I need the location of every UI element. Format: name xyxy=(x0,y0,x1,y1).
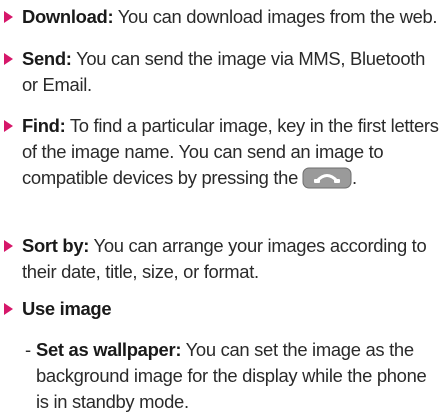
subitem-set-as-wallpaper: - Set as wallpaper: You can set the imag… xyxy=(0,337,446,415)
item-term: Sort by: xyxy=(22,235,90,256)
list-item-download: Download: You can download images from t… xyxy=(0,4,446,30)
list-item-use-image: Use image xyxy=(0,296,446,322)
subitem-dash: - xyxy=(25,339,31,360)
item-text: Download: You can download images from t… xyxy=(0,4,446,30)
item-term: Find: xyxy=(22,115,66,136)
item-text: Sort by: You can arrange your images acc… xyxy=(0,233,446,285)
item-term: Send: xyxy=(22,48,72,69)
triangle-bullet-icon xyxy=(4,53,13,65)
subitem-term: Set as wallpaper: xyxy=(36,339,182,360)
item-description: You can send the image via MMS, Bluetoot… xyxy=(22,48,425,95)
item-description: You can download images from the web. xyxy=(113,6,438,27)
triangle-bullet-icon xyxy=(4,11,13,23)
item-description: To find a particular image, key in the f… xyxy=(22,115,439,188)
item-text: Send: You can send the image via MMS, Bl… xyxy=(0,46,446,98)
list-item-find: Find: To find a particular image, key in… xyxy=(0,113,446,191)
item-text: Find: To find a particular image, key in… xyxy=(0,113,446,191)
item-text: Use image xyxy=(0,296,446,322)
item-term: Download: xyxy=(22,6,114,27)
item-description-end: . xyxy=(352,167,357,188)
send-key-icon xyxy=(302,167,352,189)
manual-page: Download: You can download images from t… xyxy=(0,0,446,412)
triangle-bullet-icon xyxy=(4,240,13,252)
list-item-sort-by: Sort by: You can arrange your images acc… xyxy=(0,233,446,285)
triangle-bullet-icon xyxy=(4,120,13,132)
list-item-send: Send: You can send the image via MMS, Bl… xyxy=(0,46,446,98)
subitem-text: Set as wallpaper: You can set the image … xyxy=(0,337,446,415)
item-term: Use image xyxy=(22,298,112,319)
triangle-bullet-icon xyxy=(4,303,13,315)
